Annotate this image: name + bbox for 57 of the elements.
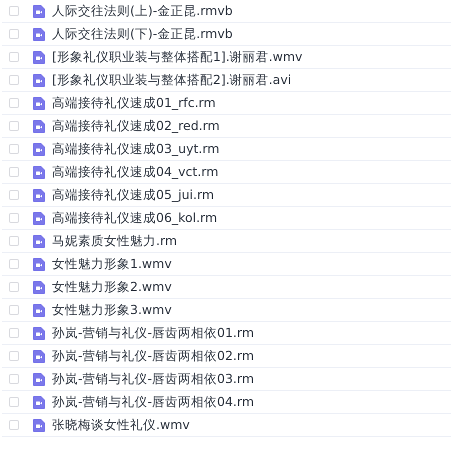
checkbox[interactable] <box>9 259 19 269</box>
video-file-icon <box>33 396 45 408</box>
file-name[interactable]: 高端接待礼仪速成01_rfc.rm <box>52 94 216 112</box>
video-file-icon <box>33 188 45 202</box>
checkbox[interactable] <box>9 351 19 361</box>
video-file-icon <box>33 372 45 386</box>
checkbox[interactable] <box>9 236 19 246</box>
checkbox[interactable] <box>9 98 19 108</box>
checkbox[interactable] <box>9 397 19 407</box>
video-file-icon <box>33 50 45 64</box>
file-name[interactable]: 高端接待礼仪速成04_vct.rm <box>52 164 218 180</box>
file-name[interactable]: 孙岚-营销与礼仪-唇齿两相依02.rm <box>52 348 254 364</box>
file-name[interactable]: 女性魅力形象2.wmv <box>52 278 172 296</box>
file-name[interactable]: [形象礼仪职业装与整体搭配2].谢丽君.avi <box>52 72 292 88</box>
video-file-icon <box>33 212 45 224</box>
video-file-icon <box>33 234 45 248</box>
file-name[interactable]: 女性魅力形象3.wmv <box>52 302 172 318</box>
checkbox[interactable] <box>9 52 19 62</box>
video-file-icon <box>33 280 45 294</box>
video-file-icon <box>33 74 45 86</box>
file-name[interactable]: 高端接待礼仪速成05_jui.rm <box>52 186 214 204</box>
file-name[interactable]: 女性魅力形象1.wmv <box>52 256 172 272</box>
checkbox[interactable] <box>9 144 19 154</box>
checkbox[interactable] <box>9 213 19 223</box>
checkbox[interactable] <box>9 328 19 338</box>
checkbox[interactable] <box>9 121 19 131</box>
checkbox[interactable] <box>9 282 19 292</box>
video-file-icon <box>33 28 45 40</box>
checkbox[interactable] <box>9 6 19 16</box>
video-file-icon <box>33 96 45 110</box>
checkbox[interactable] <box>9 420 19 430</box>
file-name[interactable]: 高端接待礼仪速成02_red.rm <box>52 118 220 134</box>
file-name[interactable]: 人际交往法则(下)-金正昆.rmvb <box>52 26 233 42</box>
file-name[interactable]: 张晓梅谈女性礼仪.wmv <box>52 416 190 434</box>
video-file-icon <box>33 4 45 18</box>
file-name[interactable]: 高端接待礼仪速成06_kol.rm <box>52 210 218 226</box>
checkbox[interactable] <box>9 29 19 39</box>
file-name[interactable]: 高端接待礼仪速成03_uyt.rm <box>52 140 220 158</box>
file-name[interactable]: 人际交往法则(上)-金正昆.rmvb <box>52 2 233 20</box>
checkbox[interactable] <box>9 374 19 384</box>
video-file-icon <box>33 120 45 132</box>
file-name[interactable]: 孙岚-营销与礼仪-唇齿两相依01.rm <box>52 324 254 342</box>
video-file-icon <box>33 142 45 156</box>
file-name[interactable]: 马妮素质女性魅力.rm <box>52 232 178 250</box>
video-file-icon <box>33 304 45 316</box>
video-file-icon <box>33 326 45 340</box>
video-file-icon <box>33 350 45 362</box>
video-file-icon <box>33 418 45 432</box>
checkbox[interactable] <box>9 167 19 177</box>
video-file-icon <box>33 166 45 178</box>
checkbox[interactable] <box>9 305 19 315</box>
checkbox[interactable] <box>9 190 19 200</box>
file-name[interactable]: 孙岚-营销与礼仪-唇齿两相依04.rm <box>52 394 254 410</box>
video-file-icon <box>33 258 45 270</box>
file-name[interactable]: [形象礼仪职业装与整体搭配1].谢丽君.wmv <box>52 48 302 66</box>
checkbox[interactable] <box>9 75 19 85</box>
file-name[interactable]: 孙岚-营销与礼仪-唇齿两相依03.rm <box>52 370 254 388</box>
